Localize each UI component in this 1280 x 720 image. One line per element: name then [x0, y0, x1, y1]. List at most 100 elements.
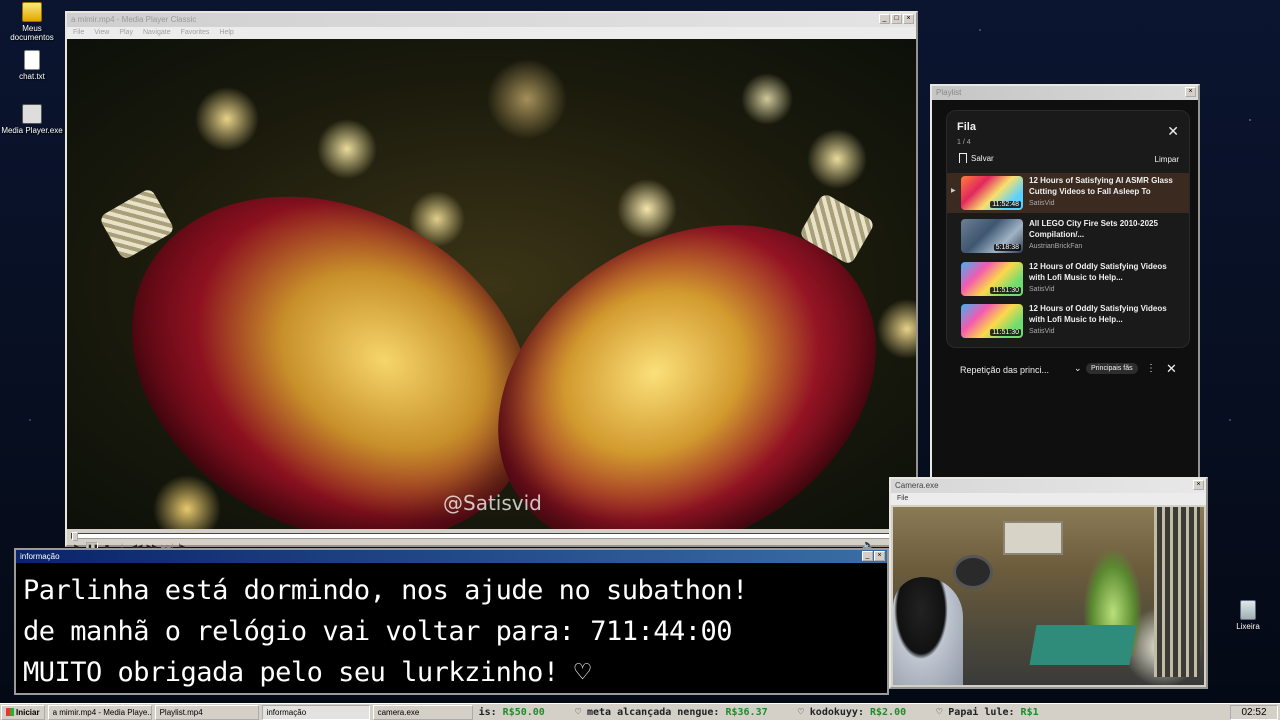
- taskbar-clock[interactable]: 02:52: [1230, 704, 1278, 720]
- save-label: Salvar: [971, 153, 994, 163]
- start-button[interactable]: Iniciar: [1, 704, 45, 720]
- windows-logo-icon: [6, 708, 14, 716]
- info-message: Parlinha está dormindo, nos ajude no sub…: [23, 570, 748, 693]
- ticker-amount: R$50.00: [502, 706, 545, 718]
- info-titlebar[interactable]: informação _ ×: [16, 550, 887, 563]
- window-title: a mimir.mp4 - Media Player Classic: [71, 15, 197, 24]
- ticker-text: ♡ Papai lule:: [936, 706, 1015, 718]
- menu-help[interactable]: Help: [219, 27, 233, 39]
- taskbar-item-media-player[interactable]: a mimir.mp4 - Media Playe...: [47, 704, 152, 720]
- channel-name: SatisVid: [1029, 328, 1055, 335]
- info-line: de manhã o relógio vai voltar para: 711:…: [23, 616, 732, 647]
- save-button[interactable]: Salvar: [959, 153, 994, 163]
- channel-name: SatisVid: [1029, 200, 1055, 207]
- channel-name: SatisVid: [1029, 286, 1055, 293]
- queue-item[interactable]: 11:51:30 12 Hours of Oddly Satisfying Vi…: [947, 259, 1189, 299]
- desktop-icon-label: Meus documentos: [10, 24, 54, 42]
- video-title: 12 Hours of Oddly Satisfying Videos with…: [1029, 304, 1167, 324]
- ticker-text: ♡ meta alcançada nengue:: [574, 706, 720, 718]
- recycle-bin-icon: [1240, 600, 1256, 620]
- video-thumbnail: 11:52:48: [961, 176, 1023, 210]
- queue-panel: Fila 1 / 4 ✕ Salvar Limpar ▶ 11:52:48 12…: [946, 110, 1190, 348]
- folder-icon: [22, 2, 42, 22]
- maximize-button[interactable]: □: [891, 14, 902, 24]
- ticker-amount: R$36.37: [725, 706, 768, 718]
- desktop-icon-chat-txt[interactable]: chat.txt: [0, 50, 64, 81]
- info-line: MUITO obrigada pelo seu lurkzinho! ♡: [23, 657, 591, 688]
- queue-item[interactable]: 11:51:30 12 Hours of Oddly Satisfying Vi…: [947, 301, 1189, 341]
- channel-name: AustrianBrickFan: [1029, 243, 1083, 250]
- desktop-icon-label: Lixeira: [1236, 622, 1260, 631]
- fan: [953, 555, 993, 589]
- desktop-icon-media-player[interactable]: Media Player.exe: [0, 104, 64, 135]
- seek-bar[interactable]: [71, 532, 912, 541]
- camera-feed: [893, 507, 1204, 685]
- queue-title: Fila: [957, 121, 976, 133]
- menu-navigate[interactable]: Navigate: [143, 27, 171, 39]
- video-title: All LEGO City Fire Sets 2010-2025 Compil…: [1029, 219, 1158, 239]
- menu-play[interactable]: Play: [119, 27, 133, 39]
- taskbar-item-info[interactable]: informação: [261, 704, 370, 720]
- video-area[interactable]: @Satisvid: [67, 39, 916, 529]
- ticker-text: ♡ kodokuyy:: [797, 706, 864, 718]
- more-options-icon[interactable]: ⋮: [1146, 363, 1156, 374]
- close-button[interactable]: ×: [874, 551, 885, 561]
- clear-button[interactable]: Limpar: [1155, 155, 1179, 164]
- close-icon[interactable]: ✕: [1166, 361, 1177, 377]
- media-player-titlebar[interactable]: a mimir.mp4 - Media Player Classic _ □ ×: [67, 13, 916, 27]
- menu-favorites[interactable]: Favorites: [181, 27, 210, 39]
- video-thumbnail: 11:51:30: [961, 262, 1023, 296]
- start-label: Iniciar: [16, 707, 40, 717]
- desktop-icon-label: chat.txt: [19, 72, 45, 81]
- info-line: Parlinha está dormindo, nos ajude no sub…: [23, 575, 748, 606]
- taskbar-item-camera[interactable]: camera.exe: [372, 704, 473, 720]
- mix-bar: Repetição das princi... ⌄ Principais fãs…: [946, 356, 1190, 390]
- video-title: 12 Hours of Satisfying AI ASMR Glass Cut…: [1029, 176, 1173, 196]
- info-window: informação _ × Parlinha está dormindo, n…: [14, 548, 889, 695]
- queue-item[interactable]: 5:18:38 All LEGO City Fire Sets 2010-202…: [947, 216, 1189, 256]
- taskbar: Iniciar a mimir.mp4 - Media Playe... Pla…: [0, 703, 1280, 720]
- chevron-down-icon[interactable]: ⌄: [1074, 363, 1082, 374]
- minimize-button[interactable]: _: [879, 14, 890, 24]
- media-player-menubar: File View Play Navigate Favorites Help: [67, 27, 916, 39]
- queue-item[interactable]: ▶ 11:52:48 12 Hours of Satisfying AI ASM…: [947, 173, 1189, 213]
- menu-file[interactable]: File: [897, 493, 908, 505]
- video-title: 12 Hours of Oddly Satisfying Videos with…: [1029, 262, 1167, 282]
- close-button[interactable]: ×: [1193, 480, 1204, 490]
- video-watermark: @Satisvid: [443, 491, 542, 515]
- taskbar-item-playlist[interactable]: Playlist.mp4: [154, 704, 259, 720]
- table: [1029, 625, 1137, 665]
- camera-titlebar[interactable]: Camera.exe ×: [891, 479, 1206, 493]
- now-playing-icon: ▶: [951, 188, 956, 194]
- mix-label[interactable]: Repetição das princi...: [960, 365, 1049, 375]
- close-icon[interactable]: ✕: [1167, 123, 1179, 140]
- ticker-amount: R$1: [1020, 706, 1039, 718]
- camera-window: Camera.exe × File: [889, 477, 1208, 689]
- menu-file[interactable]: File: [73, 27, 84, 39]
- seek-thumb[interactable]: [72, 532, 78, 541]
- desktop-icon-my-documents[interactable]: Meus documentos: [0, 2, 64, 42]
- ticker-amount: R$2.00: [870, 706, 907, 718]
- playlist-window: Playlist × Fila 1 / 4 ✕ Salvar Limpar ▶ …: [930, 84, 1200, 484]
- playlist-titlebar[interactable]: Playlist ×: [932, 86, 1198, 100]
- window-title: Playlist: [936, 88, 962, 97]
- room-window: [1003, 521, 1063, 555]
- queue-position: 1 / 4: [957, 139, 971, 146]
- menu-view[interactable]: View: [94, 27, 109, 39]
- video-thumbnail: 11:51:30: [961, 304, 1023, 338]
- duration-badge: 11:51:30: [990, 329, 1021, 336]
- window-title: Camera.exe: [895, 481, 939, 490]
- ticker-text: is:: [478, 706, 497, 718]
- minimize-button[interactable]: _: [862, 551, 873, 561]
- close-button[interactable]: ×: [903, 14, 914, 24]
- media-player-icon: [22, 104, 42, 124]
- camera-menubar: File: [891, 493, 1206, 505]
- close-button[interactable]: ×: [1185, 87, 1196, 97]
- duration-badge: 11:51:30: [990, 287, 1021, 294]
- bookmark-icon: [959, 153, 967, 163]
- desktop-icon-recycle-bin[interactable]: Lixeira: [1216, 600, 1280, 631]
- donation-ticker: is: R$50.00 ♡ meta alcançada nengue: R$3…: [479, 705, 1230, 720]
- duration-badge: 11:52:48: [990, 201, 1021, 208]
- desktop-icon-label: Media Player.exe: [1, 126, 63, 135]
- top-fans-badge[interactable]: Principais fãs: [1086, 363, 1138, 374]
